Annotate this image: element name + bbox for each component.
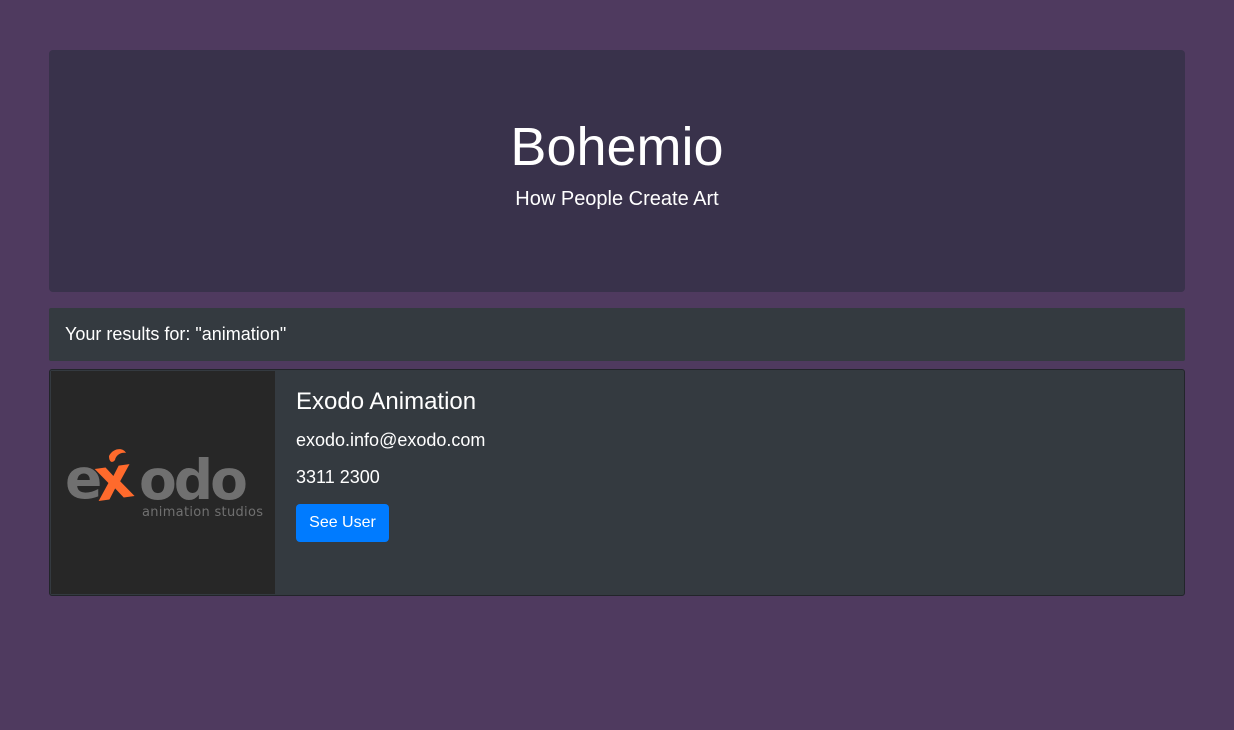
studio-logo: e x odo animation studios: [51, 371, 275, 594]
site-tagline: How People Create Art: [515, 188, 719, 210]
result-card: e x odo animation studios Exodo Animatio…: [49, 369, 1185, 596]
svg-text:animation studios: animation studios: [142, 505, 263, 520]
result-details: Exodo Animation exodo.info@exodo.com 331…: [296, 388, 1164, 542]
hero-banner: Bohemio How People Create Art: [49, 50, 1185, 292]
results-label: Your results for: "animation": [65, 324, 287, 344]
result-email: exodo.info@exodo.com: [296, 430, 486, 450]
result-phone: 3311 2300: [296, 467, 380, 487]
svg-text:odo: odo: [139, 448, 246, 512]
site-title: Bohemio: [510, 117, 724, 177]
search-results-header: Your results for: "animation": [49, 308, 1185, 361]
see-user-button[interactable]: See User: [296, 504, 389, 542]
logo-mark: e x odo animation studios: [65, 441, 263, 520]
result-name: Exodo Animation: [296, 388, 477, 415]
